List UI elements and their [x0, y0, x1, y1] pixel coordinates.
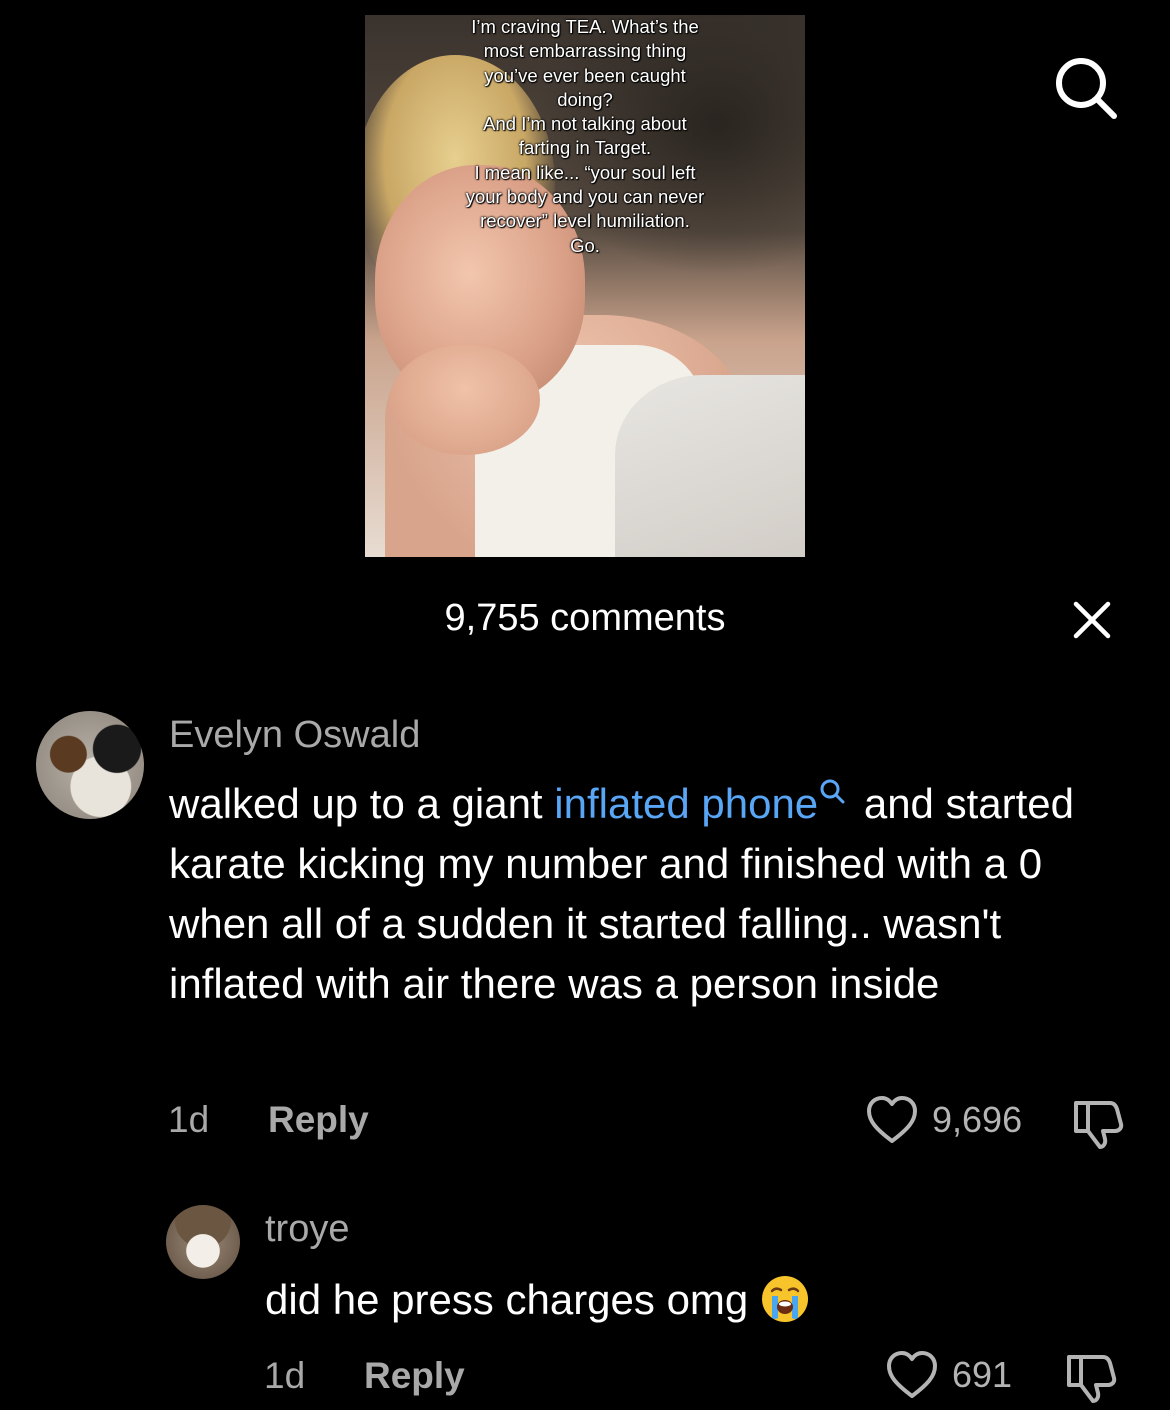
reply-button[interactable]: Reply: [364, 1355, 465, 1397]
avatar[interactable]: [36, 711, 144, 819]
video-caption: I’m craving TEA. What’s the most embarra…: [465, 16, 705, 256]
comment-timestamp: 1d: [264, 1355, 306, 1396]
comment-username[interactable]: troye: [265, 1208, 349, 1251]
comment-text: did he press charges omg: [265, 1270, 1125, 1330]
thumbs-down-icon: [1067, 1355, 1117, 1403]
heart-icon: [887, 1351, 937, 1398]
hand: [390, 345, 540, 455]
like-count: 691: [952, 1354, 1013, 1395]
avatar[interactable]: [166, 1205, 240, 1279]
like-count: 9,696: [932, 1099, 1023, 1140]
search-icon: [820, 779, 845, 804]
dislike-button[interactable]: [1070, 1097, 1126, 1151]
close-icon: [1073, 601, 1111, 639]
search-link-label: inflated phone: [554, 780, 819, 827]
comment-username[interactable]: Evelyn Oswald: [169, 714, 420, 757]
comment-timestamp: 1d: [168, 1099, 210, 1140]
video-thumbnail[interactable]: I’m craving TEA. What’s the most embarra…: [365, 15, 805, 557]
search-link[interactable]: inflated phone: [554, 779, 852, 827]
search-icon: [1056, 58, 1117, 119]
reply-button[interactable]: Reply: [268, 1099, 369, 1141]
comment-text-part: did he press charges omg: [265, 1276, 749, 1323]
bed-sheet: [615, 375, 805, 557]
search-button[interactable]: [1052, 54, 1120, 122]
comments-count-title: 9,755 comments: [444, 597, 726, 639]
comment-text: walked up to a giant inflated phone and …: [169, 774, 1129, 1014]
comment-text-part: walked up to a giant: [169, 780, 555, 827]
close-button[interactable]: [1070, 598, 1114, 642]
crying-face-emoji-icon: [762, 1275, 809, 1322]
like-button[interactable]: [886, 1350, 938, 1402]
heart-icon: [867, 1096, 917, 1143]
dislike-button[interactable]: [1063, 1351, 1119, 1405]
thumbs-down-icon: [1074, 1101, 1124, 1149]
like-button[interactable]: [866, 1095, 918, 1147]
